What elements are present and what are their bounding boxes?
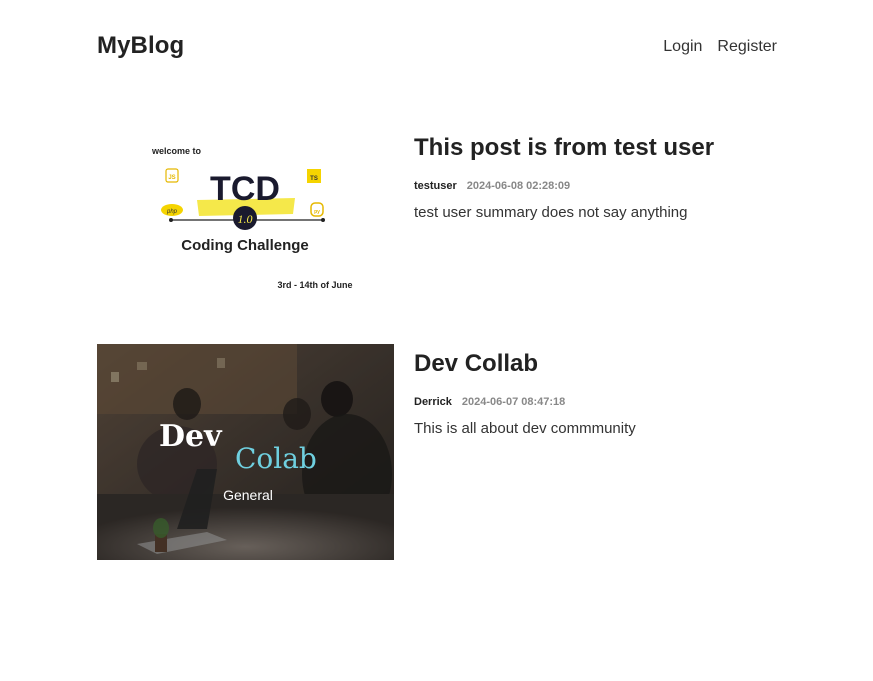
- post-summary: test user summary does not say anything: [414, 204, 688, 221]
- svg-text:TS: TS: [310, 176, 318, 182]
- post-summary: This is all about dev commmunity: [414, 420, 636, 437]
- post-author[interactable]: testuser: [414, 180, 457, 192]
- banner-dates: 3rd - 14th of June: [277, 280, 352, 290]
- banner-subtitle: Coding Challenge: [181, 237, 309, 254]
- tcd-banner-image: welcome to TCD 1.0 Coding Challenge 3rd …: [97, 128, 394, 344]
- post-meta: testuser 2024-06-08 02:28:09: [414, 180, 777, 192]
- post-thumbnail[interactable]: welcome to TCD 1.0 Coding Challenge 3rd …: [97, 128, 394, 344]
- svg-text:py: py: [314, 209, 320, 215]
- post-title[interactable]: This post is from test user: [414, 134, 777, 162]
- post-content: Dev Collab Derrick 2024-06-07 08:47:18 T…: [414, 344, 777, 437]
- dev-collab-banner-image: Dev Colab General: [97, 344, 394, 560]
- post-card: Dev Colab General Dev Collab Derrick 202…: [97, 344, 777, 560]
- banner-number: 1.0: [238, 212, 253, 226]
- post-author[interactable]: Derrick: [414, 396, 452, 408]
- post-timestamp: 2024-06-07 08:47:18: [461, 396, 566, 408]
- login-link[interactable]: Login: [663, 38, 702, 56]
- post-card: welcome to TCD 1.0 Coding Challenge 3rd …: [97, 128, 777, 344]
- site-header: MyBlog Login Register: [97, 30, 777, 66]
- post-timestamp: 2024-06-08 02:28:09: [466, 180, 571, 192]
- svg-text:php: php: [166, 209, 178, 215]
- register-link[interactable]: Register: [717, 38, 777, 56]
- post-thumbnail[interactable]: Dev Colab General: [97, 344, 394, 560]
- post-meta: Derrick 2024-06-07 08:47:18: [414, 396, 777, 408]
- site-logo[interactable]: MyBlog: [97, 32, 184, 60]
- banner-dev-text: Dev: [159, 419, 223, 454]
- post-title[interactable]: Dev Collab: [414, 350, 777, 378]
- php-badge-icon: php: [161, 204, 183, 216]
- main-nav: Login Register: [663, 38, 777, 56]
- svg-text:JS: JS: [168, 175, 175, 181]
- banner-colab-text: Colab: [235, 442, 317, 475]
- banner-caption: General: [223, 487, 273, 503]
- banner-brand-text: TCD: [210, 170, 280, 208]
- banner-welcome-text: welcome to: [151, 146, 202, 156]
- post-content: This post is from test user testuser 202…: [414, 128, 777, 221]
- ts-badge-icon: TS: [307, 169, 321, 183]
